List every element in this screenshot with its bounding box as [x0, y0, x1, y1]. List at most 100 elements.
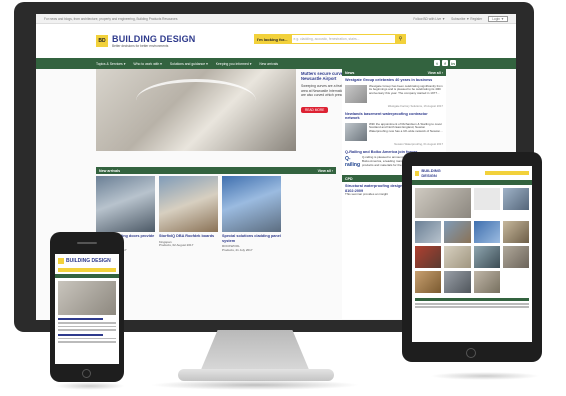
news-body: With the appointment of Richardson & Sta… [369, 121, 443, 134]
twitter-icon[interactable]: t [434, 60, 440, 66]
search-input[interactable]: e.g. cladding, acoustic, fenestration, s… [290, 34, 396, 44]
events-heading-label: New arrivals [99, 168, 121, 173]
event-image [96, 176, 155, 232]
nav-item-keeping-informed[interactable]: Keeping you informed ▾ [216, 62, 252, 66]
tablet-device: BUILDING DESIGN [402, 152, 542, 362]
nav-item-solutions[interactable]: Solutions and guidance ▾ [170, 62, 208, 66]
news-item[interactable]: Westgate Group celebrates 40 years in bu… [342, 76, 446, 110]
tablet-shadow [430, 372, 540, 380]
phone-text-line [58, 341, 116, 343]
events-heading: New arrivals View all › [96, 167, 336, 174]
tablet-tile[interactable] [444, 221, 471, 243]
news-row: With the appointment of Richardson & Sta… [345, 121, 443, 141]
event-image [159, 176, 218, 232]
event-image [222, 176, 281, 232]
tablet-tile[interactable] [502, 221, 529, 243]
phone-headline[interactable] [58, 333, 103, 336]
phone-text-line [58, 325, 116, 327]
event-title[interactable]: StorfixIQ DBA Roofdek boards [159, 234, 218, 239]
phone-hero-image[interactable] [58, 281, 116, 315]
phone-logo-badge [58, 258, 64, 264]
tablet-tile[interactable] [444, 271, 471, 293]
social-links: t f in [434, 60, 456, 66]
main-nav: Topics & Services ▾ Who to work with ▾ S… [36, 58, 516, 69]
tablet-logo-badge [415, 170, 420, 176]
monitor-shadow [150, 380, 360, 390]
tablet-tile[interactable] [415, 188, 471, 218]
subscribe-link[interactable]: Subscribe ▼ Register [451, 17, 482, 21]
nav-item-topics[interactable]: Topics & Services ▾ [96, 62, 125, 66]
event-date: Products, 21 July 2017 [222, 247, 253, 252]
read-more-button[interactable]: READ MORE [301, 106, 329, 113]
nav-item-who-to-work-with[interactable]: Who to work with ▾ [133, 62, 161, 66]
top-strip-text: For news and blogs, from architecture, p… [44, 16, 178, 21]
news-thumbnail [345, 84, 367, 103]
tablet-text-line [415, 303, 529, 305]
tablet-tile[interactable] [415, 271, 442, 293]
tablet-tile[interactable] [415, 246, 442, 268]
event-date: Products, 02 August 2017 [159, 243, 194, 248]
news-date: Westgate Factory Solutions, 16 August 20… [387, 103, 443, 108]
phone-speaker [77, 242, 97, 244]
tablet-search-bar[interactable] [484, 171, 529, 175]
q-railing-logo: Q-railing [345, 156, 361, 168]
news-view-all-link[interactable]: View all › [428, 71, 443, 75]
phone-text-line [58, 329, 116, 331]
top-strip-links: Follow BD with Live ▼ Subscribe ▼ Regist… [413, 15, 508, 22]
logo-tagline: Better decisions for better environments [112, 43, 169, 48]
phone-header: BUILDING DESIGN [55, 254, 119, 268]
event-card[interactable]: StorfixIQ DBA Roofdek boards Kingspan Pr… [159, 176, 218, 253]
tablet-tile[interactable] [444, 246, 471, 268]
phone-nav[interactable] [55, 274, 119, 278]
monitor-stand [200, 330, 310, 372]
tablet-home-button[interactable] [466, 348, 476, 358]
logo-title: BUILDING DESIGN [112, 33, 196, 44]
nav-item-new-arrivals[interactable]: New arrivals [259, 62, 278, 66]
news-thumbnail [345, 122, 367, 141]
tablet-tile[interactable] [473, 271, 500, 293]
logo[interactable]: BUILDING DESIGN Better decisions for bet… [112, 33, 196, 48]
phone-logo[interactable]: BUILDING DESIGN [66, 258, 111, 264]
tablet-tile[interactable] [502, 188, 529, 210]
phone-search-bar[interactable] [58, 268, 116, 272]
events-view-all-link[interactable]: View all › [318, 169, 333, 173]
event-title[interactable]: Special solutions cladding panel system [222, 234, 281, 243]
tablet-tile[interactable] [473, 246, 500, 268]
news-date: Newton Waterproofing, 01 August 2017 [394, 141, 443, 146]
phone-text-line [58, 337, 116, 339]
tablet-tile[interactable] [473, 221, 500, 243]
tablet-logo[interactable]: BUILDING DESIGN [421, 168, 453, 178]
phone-device: BUILDING DESIGN [50, 232, 124, 382]
responsive-devices-mockup: For news and blogs, from architecture, p… [0, 0, 566, 396]
login-button[interactable]: Login ▼ [488, 15, 508, 22]
phone-shadow [55, 382, 125, 390]
hero-image[interactable] [96, 69, 296, 151]
search-bar: I'm looking for... e.g. cladding, acoust… [254, 34, 406, 44]
news-title[interactable]: Westgate Group celebrates 40 years in bu… [345, 78, 443, 83]
tablet-tile[interactable] [473, 188, 500, 210]
page-content: Mutters secure curved shopfronts at Newc… [96, 69, 446, 319]
follow-link[interactable]: Follow BD with Live ▼ [413, 17, 445, 21]
phone-home-button[interactable] [82, 369, 91, 378]
news-heading: News View all › [342, 69, 446, 76]
site-header: BD BUILDING DESIGN Better decisions for … [36, 24, 516, 58]
facebook-icon[interactable]: f [442, 60, 448, 66]
phone-screen: BUILDING DESIGN [55, 254, 119, 364]
tablet-tile[interactable] [415, 221, 442, 243]
search-icon[interactable]: ⚲ [395, 34, 406, 44]
phone-headline[interactable] [58, 318, 103, 320]
news-heading-label: News [345, 70, 355, 75]
logo-badge[interactable]: BD [96, 35, 108, 47]
news-row: Westgate Group has been celebrating sign… [345, 84, 443, 103]
tablet-screen: BUILDING DESIGN [412, 166, 532, 342]
event-card[interactable]: Special solutions cladding panel system … [222, 176, 281, 253]
news-item[interactable]: Newlands basement waterproofing contract… [342, 110, 446, 148]
linkedin-icon[interactable]: in [450, 60, 456, 66]
top-strip: For news and blogs, from architecture, p… [36, 14, 516, 24]
tablet-grid [412, 185, 532, 296]
search-label: I'm looking for... [254, 34, 291, 44]
news-title[interactable]: Newlands basement waterproofing contract… [345, 112, 443, 121]
tablet-section-bar [415, 298, 529, 301]
tablet-tile[interactable] [502, 246, 529, 268]
phone-text-line [58, 322, 116, 324]
